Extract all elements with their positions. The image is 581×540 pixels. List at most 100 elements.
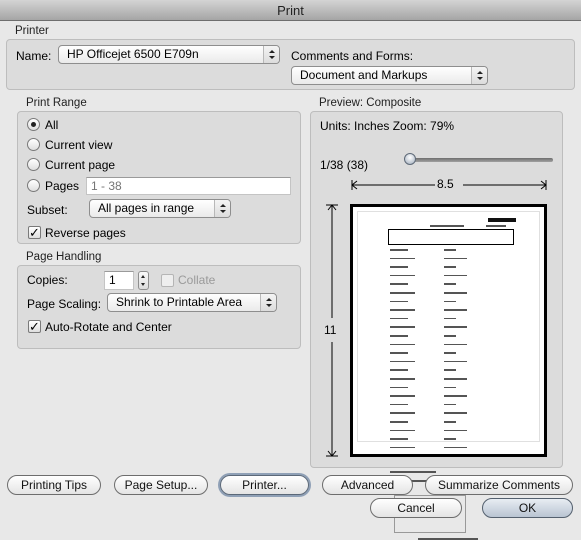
preview-text-line xyxy=(390,386,408,389)
preview-text-line xyxy=(390,317,408,320)
select-arrows-icon xyxy=(260,294,276,311)
preview-text-line xyxy=(390,343,415,346)
ok-button[interactable]: OK xyxy=(482,498,573,518)
page-scaling-label: Page Scaling: xyxy=(27,297,102,311)
reverse-pages-checkbox[interactable]: ✓ xyxy=(28,226,41,239)
radio-pages[interactable] xyxy=(27,179,40,192)
window-titlebar: Print xyxy=(0,0,581,21)
preview-text-line xyxy=(390,257,415,260)
preview-text-line xyxy=(444,249,456,251)
printing-tips-button[interactable]: Printing Tips xyxy=(7,475,101,495)
preview-text-line xyxy=(444,438,456,440)
preview-text-line xyxy=(444,421,456,423)
preview-text-line xyxy=(444,309,467,311)
preview-text-line xyxy=(444,395,467,397)
checkmark-icon: ✓ xyxy=(29,319,40,334)
advanced-button[interactable]: Advanced xyxy=(322,475,413,495)
preview-section-label: Preview: Composite xyxy=(319,97,422,109)
preview-text-line xyxy=(390,283,408,285)
radio-current-page[interactable] xyxy=(27,158,40,171)
preview-text-line xyxy=(390,438,408,440)
pages-range-input[interactable] xyxy=(86,177,291,195)
copies-input[interactable]: 1 xyxy=(104,271,134,290)
preview-text-line xyxy=(390,266,408,268)
printer-name-label: Name: xyxy=(16,49,52,63)
comments-forms-value: Document and Markups xyxy=(300,68,428,82)
preview-text-line xyxy=(444,360,467,363)
page-setup-button[interactable]: Page Setup... xyxy=(114,475,208,495)
preview-text-line xyxy=(444,446,467,449)
radio-pages-label: Pages xyxy=(45,179,80,193)
collate-label: Collate xyxy=(178,273,216,287)
page-handling-section-label: Page Handling xyxy=(26,251,102,263)
preview-text-line xyxy=(444,429,467,432)
preview-text-line xyxy=(390,403,408,406)
preview-text-line xyxy=(444,378,467,380)
radio-current-page-label: Current page xyxy=(45,158,116,172)
collate-checkbox[interactable] xyxy=(161,274,174,287)
comments-forms-select[interactable]: Document and Markups xyxy=(291,66,488,85)
preview-text-line xyxy=(390,249,408,251)
preview-text-line xyxy=(390,326,415,328)
page-preview xyxy=(350,204,547,540)
radio-current-view-label: Current view xyxy=(45,138,113,152)
auto-rotate-label: Auto-Rotate and Center xyxy=(45,320,172,334)
width-dimension: 8.5 xyxy=(351,177,547,192)
height-dimension-label: 11 xyxy=(324,323,337,337)
select-arrows-icon xyxy=(471,67,487,84)
summarize-comments-button[interactable]: Summarize Comments xyxy=(425,475,573,495)
subset-label: Subset: xyxy=(27,203,68,217)
preview-text-line xyxy=(390,378,415,380)
height-dimension: 11 xyxy=(322,204,342,457)
copies-stepper[interactable] xyxy=(138,271,149,290)
auto-rotate-checkbox[interactable]: ✓ xyxy=(28,320,41,333)
page-preview-content xyxy=(358,212,539,540)
printer-section-label: Printer xyxy=(15,25,49,37)
preview-text-line xyxy=(390,360,415,363)
preview-text-line xyxy=(390,471,436,473)
preview-text-line xyxy=(390,309,415,311)
preview-text-line xyxy=(390,274,415,277)
page-indicator: 1/38 (38) xyxy=(320,158,369,172)
preview-footer-line xyxy=(418,538,478,540)
preview-text-line xyxy=(390,421,408,423)
subset-value: All pages in range xyxy=(98,201,195,215)
printer-button[interactable]: Printer... xyxy=(220,475,309,495)
page-scaling-select[interactable]: Shrink to Printable Area xyxy=(107,293,277,312)
preview-text-line xyxy=(444,283,456,285)
printer-name-value: HP Officejet 6500 E709n xyxy=(67,47,199,61)
reverse-pages-label: Reverse pages xyxy=(45,226,126,240)
preview-text-line xyxy=(444,257,467,260)
preview-title-line xyxy=(430,225,464,227)
preview-header-table xyxy=(388,229,514,245)
radio-current-view[interactable] xyxy=(27,138,40,151)
preview-text-line xyxy=(390,352,408,354)
preview-text-line xyxy=(390,412,415,414)
select-arrows-icon xyxy=(214,200,230,217)
print-range-section-label: Print Range xyxy=(26,97,87,109)
subset-select[interactable]: All pages in range xyxy=(89,199,231,218)
preview-header-mark xyxy=(488,218,516,222)
preview-text-line xyxy=(444,292,467,294)
preview-title-line xyxy=(486,225,506,227)
preview-text-line xyxy=(444,335,456,337)
cancel-button[interactable]: Cancel xyxy=(370,498,462,518)
printer-name-select[interactable]: HP Officejet 6500 E709n xyxy=(58,45,280,64)
preview-text-line xyxy=(444,386,456,389)
checkmark-icon: ✓ xyxy=(29,225,40,240)
preview-text-line xyxy=(444,403,456,406)
preview-text-line xyxy=(444,326,467,328)
preview-text-line xyxy=(390,395,415,397)
preview-text-line xyxy=(444,266,456,268)
page-slider-track[interactable] xyxy=(405,158,553,162)
preview-text-line xyxy=(444,274,467,277)
preview-text-line xyxy=(390,335,408,337)
comments-forms-label: Comments and Forms: xyxy=(291,49,414,63)
preview-text-line xyxy=(444,317,456,320)
page-slider-knob[interactable] xyxy=(404,153,416,165)
radio-all-label: All xyxy=(45,118,59,132)
preview-text-line xyxy=(390,292,415,294)
radio-all[interactable] xyxy=(27,118,40,131)
units-zoom-text: Units: Inches Zoom: 79% xyxy=(320,119,455,133)
preview-text-line xyxy=(444,412,467,414)
